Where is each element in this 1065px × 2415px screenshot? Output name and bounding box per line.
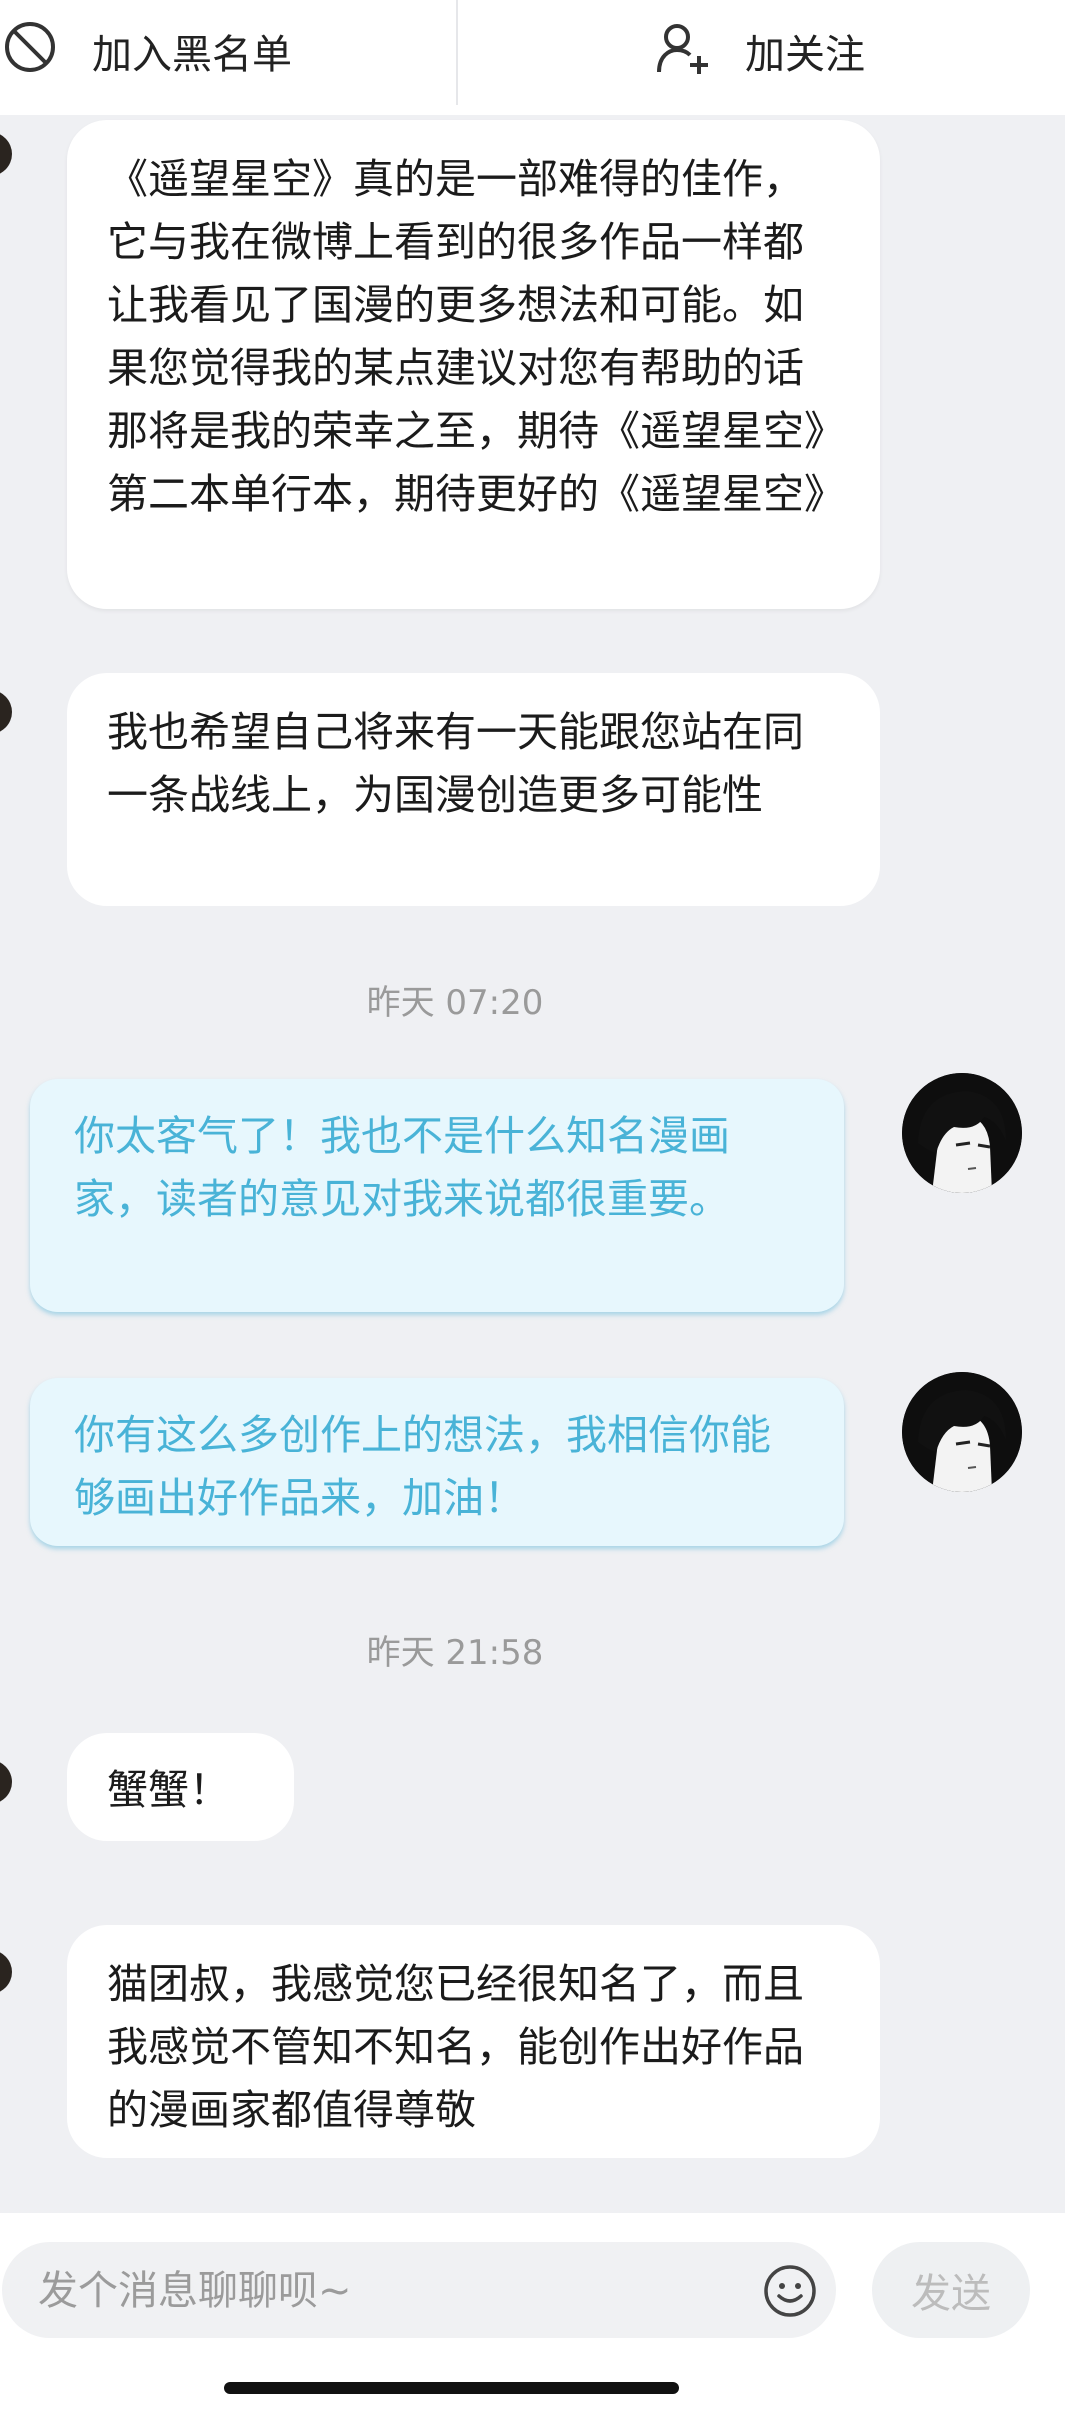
incoming-message: 蟹蟹！ — [67, 1733, 294, 1841]
blacklist-button[interactable]: 加入黑名单 — [0, 0, 532, 115]
follow-button[interactable]: 加关注 — [456, 0, 1064, 115]
my-avatar[interactable] — [902, 1372, 1022, 1492]
timestamp: 昨天 07:20 — [366, 983, 544, 1023]
my-avatar[interactable] — [902, 1073, 1022, 1193]
follow-label: 加关注 — [745, 32, 865, 78]
outgoing-message: 你有这么多创作上的想法，我相信你能够画出好作品来，加油！ — [30, 1378, 844, 1546]
outgoing-message: 你太客气了！我也不是什么知名漫画家，读者的意见对我来说都很重要。 — [30, 1079, 844, 1312]
top-action-bar: 加入黑名单 加关注 — [0, 0, 1065, 115]
message-input[interactable] — [36, 2256, 740, 2326]
sender-avatar[interactable] — [0, 132, 12, 176]
sender-avatar[interactable] — [0, 1950, 12, 1994]
sender-avatar[interactable] — [0, 690, 12, 734]
smiley-icon[interactable] — [762, 2263, 818, 2323]
incoming-message: 我也希望自己将来有一天能跟您站在同一条战线上，为国漫创造更多可能性 — [67, 673, 880, 906]
timestamp: 昨天 21:58 — [366, 1633, 544, 1673]
home-indicator[interactable] — [224, 2382, 679, 2394]
composer-bar: 发送 — [0, 2213, 1065, 2415]
incoming-message: 猫团叔，我感觉您已经很知名了，而且我感觉不管知不知名，能创作出好作品的漫画家都值… — [67, 1925, 880, 2158]
header-divider — [456, 0, 458, 105]
message-input-box[interactable] — [2, 2242, 836, 2338]
ban-icon — [0, 20, 60, 84]
blacklist-label: 加入黑名单 — [92, 32, 292, 78]
sender-avatar[interactable] — [0, 1760, 12, 1804]
send-button[interactable]: 发送 — [872, 2242, 1030, 2338]
incoming-message: 《遥望星空》真的是一部难得的佳作，它与我在微博上看到的很多作品一样都让我看见了国… — [67, 120, 880, 609]
add-user-icon — [653, 18, 713, 82]
